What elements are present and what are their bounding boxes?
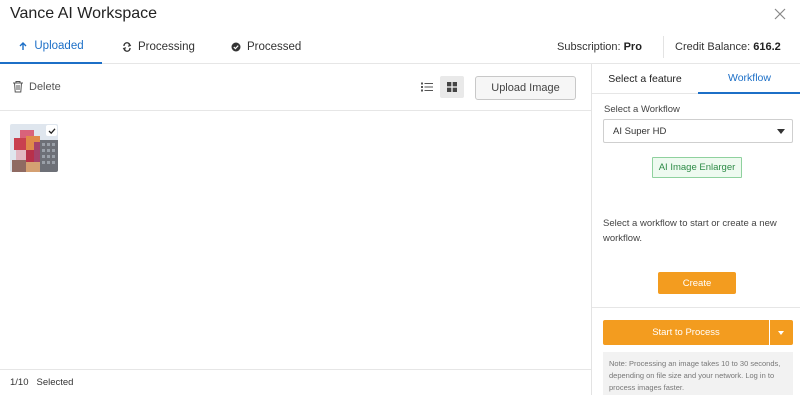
start-process-button[interactable]: Start to Process [603, 320, 769, 345]
workflow-select-value: AI Super HD [613, 125, 667, 137]
window-title: Vance AI Workspace [10, 5, 158, 22]
workflow-select[interactable]: AI Super HD [603, 119, 793, 143]
list-view-icon [421, 82, 433, 92]
image-list-panel: Delete Upload Image 1/10 Selected [0, 64, 591, 395]
credit-value: 616.2 [753, 41, 781, 53]
check-icon [48, 127, 55, 134]
workflow-select-label: Select a Workflow [604, 104, 680, 115]
trash-icon [13, 81, 23, 93]
tab-uploaded[interactable]: Uploaded [0, 30, 102, 64]
refresh-icon [122, 42, 132, 52]
workflow-hint: Select a workflow to start or create a n… [603, 218, 777, 244]
tab-processing[interactable]: Processing [122, 30, 195, 64]
image-thumbnail[interactable] [10, 124, 58, 172]
tab-workflow[interactable]: Workflow [698, 64, 800, 94]
credit-label: Credit Balance: [675, 41, 751, 53]
create-workflow-button[interactable]: Create [658, 272, 736, 294]
tab-bar: Uploaded Processing Processed Subscripti… [0, 30, 800, 64]
grid-view-icon [447, 82, 457, 92]
selection-footer: 1/10 Selected [0, 369, 591, 395]
upload-arrow-icon [19, 42, 27, 50]
processing-note: Note: Processing an image takes 10 to 30… [603, 352, 793, 395]
delete-button[interactable]: Delete [12, 80, 61, 93]
tab-uploaded-label: Uploaded [34, 40, 84, 52]
grid-view-button[interactable] [440, 76, 464, 98]
upload-image-button[interactable]: Upload Image [475, 76, 576, 100]
workflow-step-tag: AI Image Enlarger [652, 157, 742, 178]
list-view-button[interactable] [415, 76, 439, 98]
caret-down-icon [778, 331, 784, 335]
selection-status: Selected [36, 377, 74, 388]
tab-processing-label: Processing [138, 41, 195, 53]
selection-count: 1/10 [10, 377, 29, 388]
subscription-label: Subscription: [557, 41, 621, 53]
credit-balance: Credit Balance: 616.2 [675, 30, 781, 64]
tab-select-feature[interactable]: Select a feature [592, 64, 698, 94]
subscription-status: Subscription: Pro [557, 30, 642, 64]
divider [592, 307, 800, 308]
close-icon[interactable] [774, 8, 786, 20]
workflow-panel: Select a feature Workflow Select a Workf… [591, 64, 800, 395]
chevron-down-icon [777, 129, 785, 134]
divider [663, 36, 664, 58]
selection-checkbox[interactable] [46, 125, 57, 136]
panel-tabs: Select a feature Workflow [592, 64, 800, 94]
subscription-value: Pro [623, 41, 642, 53]
check-circle-icon [231, 42, 241, 52]
image-toolbar: Delete Upload Image [0, 64, 591, 111]
tab-processed-label: Processed [247, 41, 302, 53]
start-process-dropdown[interactable] [770, 320, 793, 345]
title-bar: Vance AI Workspace [0, 0, 800, 30]
delete-label: Delete [29, 80, 61, 93]
tab-processed[interactable]: Processed [231, 30, 301, 64]
